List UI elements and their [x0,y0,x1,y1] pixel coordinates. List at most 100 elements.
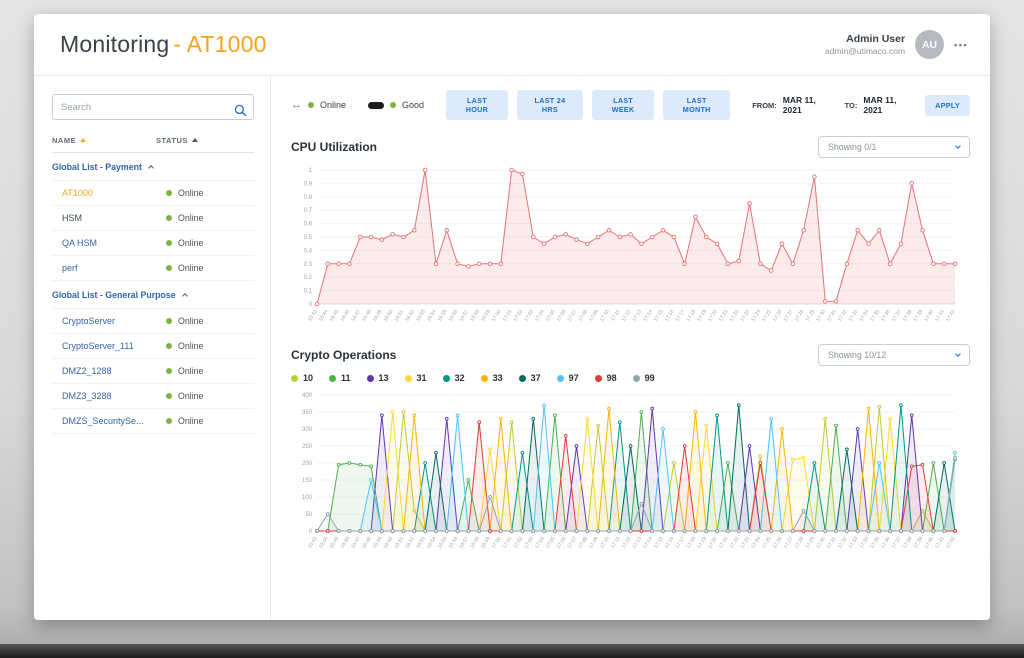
svg-text:350: 350 [302,410,313,416]
svg-text:16:47: 16:47 [350,536,362,550]
svg-text:17:15: 17:15 [653,536,665,550]
search-icon[interactable] [234,100,247,117]
legend-series-label: 37 [531,373,541,383]
list-item[interactable]: CryptoServer_111Online [52,334,254,359]
svg-text:17:36: 17:36 [880,309,892,323]
svg-text:17:26: 17:26 [772,309,784,323]
svg-text:16:43: 16:43 [307,309,319,323]
legend-color-dot [633,375,640,382]
svg-text:16:48: 16:48 [361,309,373,323]
legend-item[interactable]: 99 [633,373,655,383]
online-legend-label: Online [320,100,346,110]
status-label: Online [178,391,203,401]
apply-button[interactable]: APPLY [925,95,970,116]
sidebar-list: Global List - PaymentAT1000OnlineHSMOnli… [52,153,254,434]
range-button[interactable]: LAST MONTH [663,90,730,120]
svg-text:16:51: 16:51 [393,309,405,323]
device-name: AT1000 [62,188,166,198]
svg-text:17:00: 17:00 [491,536,503,550]
from-date[interactable]: MAR 11, 2021 [783,95,833,115]
list-item[interactable]: CryptoServer Online [52,309,254,334]
svg-text:17:32: 17:32 [837,536,849,550]
status-label: Online [178,316,203,326]
device-name: QA HSM [62,238,166,248]
svg-text:17:38: 17:38 [902,536,914,550]
svg-text:17:28: 17:28 [794,309,806,323]
crypto-showing-dropdown[interactable]: Showing 10/12 [818,344,970,366]
list-item[interactable]: HSMOnline [52,206,254,231]
svg-text:16:53: 16:53 [415,536,427,550]
svg-text:16:43: 16:43 [307,536,319,550]
svg-text:17:11: 17:11 [610,309,622,323]
svg-text:17:40: 17:40 [923,536,935,550]
health-pill-icon [368,102,384,109]
crypto-showing-value: Showing 10/12 [828,350,886,360]
legend-item[interactable]: 98 [595,373,617,383]
legend-color-dot [595,375,602,382]
svg-text:17:15: 17:15 [653,309,665,323]
column-status[interactable]: STATUS [156,136,254,145]
svg-text:16:58: 16:58 [469,309,481,323]
svg-text:150: 150 [302,478,313,484]
svg-text:17:01: 17:01 [502,536,514,550]
avatar[interactable]: AU [915,30,944,59]
legend-item[interactable]: 97 [557,373,579,383]
svg-text:0.6: 0.6 [304,222,313,228]
svg-text:17:39: 17:39 [913,309,925,323]
range-button[interactable]: LAST WEEK [592,90,654,120]
device-name: CryptoServer [62,316,166,326]
legend-item[interactable]: 37 [519,373,541,383]
list-column-headers: NAME STATUS [52,136,254,153]
legend-color-dot [405,375,412,382]
to-date[interactable]: MAR 11, 2021 [863,95,913,115]
svg-text:17:24: 17:24 [750,536,762,550]
overflow-menu-icon[interactable]: ••• [954,40,968,50]
svg-text:17:13: 17:13 [631,309,643,323]
svg-text:0.9: 0.9 [304,181,313,187]
svg-text:17:25: 17:25 [761,309,773,323]
range-button[interactable]: LAST HOUR [446,90,508,120]
svg-text:17:10: 17:10 [599,309,611,323]
user-email: admin@utimaco.com [825,46,905,57]
list-item[interactable]: DMZ2_1288Online [52,359,254,384]
device-status: Online [166,416,254,426]
list-item[interactable]: DMZS_SecuritySe...Online [52,409,254,434]
legend-item[interactable]: 13 [367,373,389,383]
toolbar: ↔ Online Good LAST HOURLAST 24 HRSLAST W… [291,90,970,120]
legend-item[interactable]: 11 [329,373,351,383]
search-input[interactable] [52,94,254,120]
svg-text:16:54: 16:54 [426,536,438,550]
list-item[interactable]: QA HSMOnline [52,231,254,256]
legend-item[interactable]: 32 [443,373,465,383]
svg-text:17:21: 17:21 [718,309,730,323]
device-status: Online [166,391,254,401]
legend-item[interactable]: 31 [405,373,427,383]
group-header[interactable]: Global List - General Purpose [52,281,254,309]
range-button[interactable]: LAST 24 HRS [517,90,583,120]
page-title-device: - AT1000 [173,31,266,57]
status-label: Online [178,416,203,426]
device-name: DMZ3_3288 [62,391,166,401]
legend-series-label: 10 [303,373,313,383]
status-dot [166,318,172,324]
svg-text:17:00: 17:00 [491,309,503,323]
svg-text:17:23: 17:23 [740,536,752,550]
svg-text:17:14: 17:14 [642,536,654,550]
svg-text:400: 400 [302,393,313,399]
svg-text:17:09: 17:09 [588,536,600,550]
status-dot [166,343,172,349]
cpu-showing-dropdown[interactable]: Showing 0/1 [818,136,970,158]
legend-color-dot [291,375,298,382]
legend-item[interactable]: 10 [291,373,313,383]
status-dot [166,368,172,374]
svg-text:17:16: 17:16 [664,536,676,550]
list-item[interactable]: perfOnline [52,256,254,281]
column-name[interactable]: NAME [52,136,156,145]
svg-text:16:49: 16:49 [372,536,384,550]
list-item[interactable]: AT1000Online [52,181,254,206]
list-item[interactable]: DMZ3_3288 Online [52,384,254,409]
crypto-legend: 10 11 13 31 32 33 37 97 98 99 [291,373,970,383]
crypto-chart-title: Crypto Operations [291,348,396,362]
group-header[interactable]: Global List - Payment [52,153,254,181]
legend-item[interactable]: 33 [481,373,503,383]
